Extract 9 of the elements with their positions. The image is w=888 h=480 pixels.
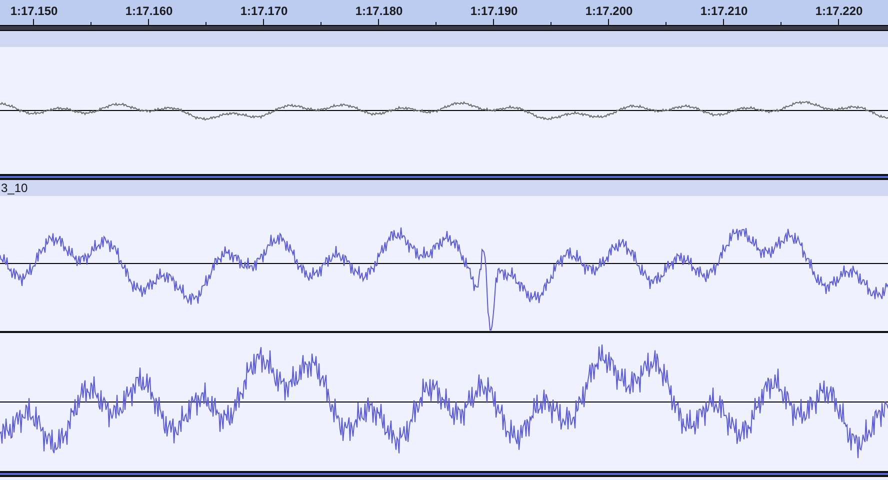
time-label: 1:17.210 xyxy=(700,4,748,18)
time-label: 1:17.190 xyxy=(470,4,518,18)
time-label: 1:17.160 xyxy=(125,4,173,18)
time-label: 1:17.180 xyxy=(355,4,403,18)
time-label: 1:17.220 xyxy=(815,4,863,18)
time-label: 1:17.170 xyxy=(240,4,288,18)
time-label: 1:17.200 xyxy=(585,4,633,18)
time-label: 1:17.150 xyxy=(10,4,58,18)
track-name[interactable]: 3_10 xyxy=(0,181,28,195)
